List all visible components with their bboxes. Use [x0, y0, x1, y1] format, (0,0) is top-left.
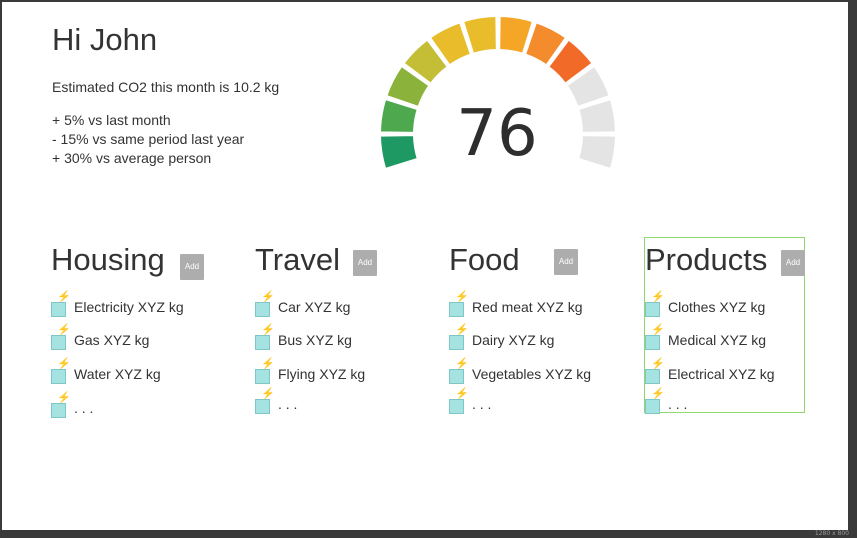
gauge-score-value: 76 [456, 97, 538, 171]
comparison-last-month: + 5% vs last month [52, 112, 171, 128]
item-checkbox[interactable] [255, 335, 270, 350]
list-item[interactable]: ⚡ Clothes XYZ kg [645, 290, 805, 320]
item-label: . . . [74, 400, 94, 416]
app-canvas: Hi John Estimated CO2 this month is 10.2… [2, 2, 848, 530]
item-label: . . . [668, 396, 688, 412]
item-checkbox[interactable] [449, 369, 464, 384]
add-food-button[interactable]: Add [554, 249, 578, 275]
greeting-title: Hi John [52, 22, 158, 57]
item-checkbox[interactable] [449, 335, 464, 350]
category-title-housing: Housing [51, 242, 165, 277]
item-checkbox[interactable] [645, 399, 660, 414]
item-checkbox[interactable] [255, 369, 270, 384]
item-label: Electrical XYZ kg [668, 366, 775, 382]
list-item[interactable]: ⚡ Dairy XYZ kg [449, 323, 609, 353]
item-checkbox[interactable] [449, 399, 464, 414]
item-checkbox[interactable] [255, 302, 270, 317]
item-checkbox[interactable] [51, 302, 66, 317]
item-label: Flying XYZ kg [278, 366, 366, 382]
category-title-food: Food [449, 242, 520, 277]
canvas-size-label: 1280 x 800 [814, 530, 849, 537]
category-food: Food Add ⚡ Red meat XYZ kg ⚡ Dairy XYZ k… [449, 240, 614, 416]
category-title-travel: Travel [255, 242, 340, 277]
category-housing: Housing Add ⚡ Electricity XYZ kg ⚡ Gas X… [51, 240, 216, 418]
item-checkbox[interactable] [645, 335, 660, 350]
item-label: Gas XYZ kg [74, 332, 150, 348]
list-item[interactable]: ⚡ . . . [449, 387, 609, 417]
item-checkbox[interactable] [51, 403, 66, 418]
category-title-products: Products [645, 242, 768, 277]
comparison-last-year: - 15% vs same period last year [52, 131, 245, 147]
item-label: Water XYZ kg [74, 366, 161, 382]
list-item[interactable]: ⚡ Medical XYZ kg [645, 323, 805, 353]
item-label: Electricity XYZ kg [74, 299, 184, 315]
list-item[interactable]: ⚡ Vegetables XYZ kg [449, 357, 609, 387]
item-checkbox[interactable] [645, 369, 660, 384]
list-item[interactable]: ⚡ Water XYZ kg [51, 357, 211, 387]
comparison-average-person: + 30% vs average person [52, 150, 212, 166]
item-checkbox[interactable] [255, 399, 270, 414]
item-checkbox[interactable] [449, 302, 464, 317]
category-travel: Travel Add ⚡ Car XYZ kg ⚡ Bus XYZ kg ⚡ F… [255, 240, 420, 416]
list-item[interactable]: ⚡ Flying XYZ kg [255, 357, 415, 387]
item-label: Dairy XYZ kg [472, 332, 555, 348]
item-label: Vegetables XYZ kg [472, 366, 592, 382]
list-item[interactable]: ⚡ . . . [51, 391, 211, 421]
list-item[interactable]: ⚡ Gas XYZ kg [51, 323, 211, 353]
gauge-segment-filled [378, 134, 420, 171]
item-checkbox[interactable] [51, 335, 66, 350]
item-label: Car XYZ kg [278, 299, 351, 315]
item-label: . . . [278, 396, 298, 412]
co2-summary: Estimated CO2 this month is 10.2 kg [52, 79, 280, 95]
list-item[interactable]: ⚡ . . . [255, 387, 415, 417]
add-travel-button[interactable]: Add [353, 250, 377, 276]
list-item[interactable]: ⚡ Electricity XYZ kg [51, 290, 211, 320]
comparison-list: + 5% vs last month - 15% vs same period … [52, 111, 244, 168]
item-label: Bus XYZ kg [278, 332, 352, 348]
add-housing-button[interactable]: Add [180, 254, 204, 280]
add-products-button[interactable]: Add [781, 250, 805, 276]
item-label: Red meat XYZ kg [472, 299, 583, 315]
item-checkbox[interactable] [51, 369, 66, 384]
category-products[interactable]: Products Add ⚡ Clothes XYZ kg ⚡ Medical … [644, 237, 805, 414]
gauge-segment-empty [576, 134, 618, 171]
item-label: Clothes XYZ kg [668, 299, 766, 315]
list-item[interactable]: ⚡ Electrical XYZ kg [645, 357, 805, 387]
list-item[interactable]: ⚡ . . . [645, 387, 805, 417]
list-item[interactable]: ⚡ Bus XYZ kg [255, 323, 415, 353]
item-checkbox[interactable] [645, 302, 660, 317]
list-item[interactable]: ⚡ Red meat XYZ kg [449, 290, 609, 320]
item-label: Medical XYZ kg [668, 332, 767, 348]
list-item[interactable]: ⚡ Car XYZ kg [255, 290, 415, 320]
item-label: . . . [472, 396, 492, 412]
